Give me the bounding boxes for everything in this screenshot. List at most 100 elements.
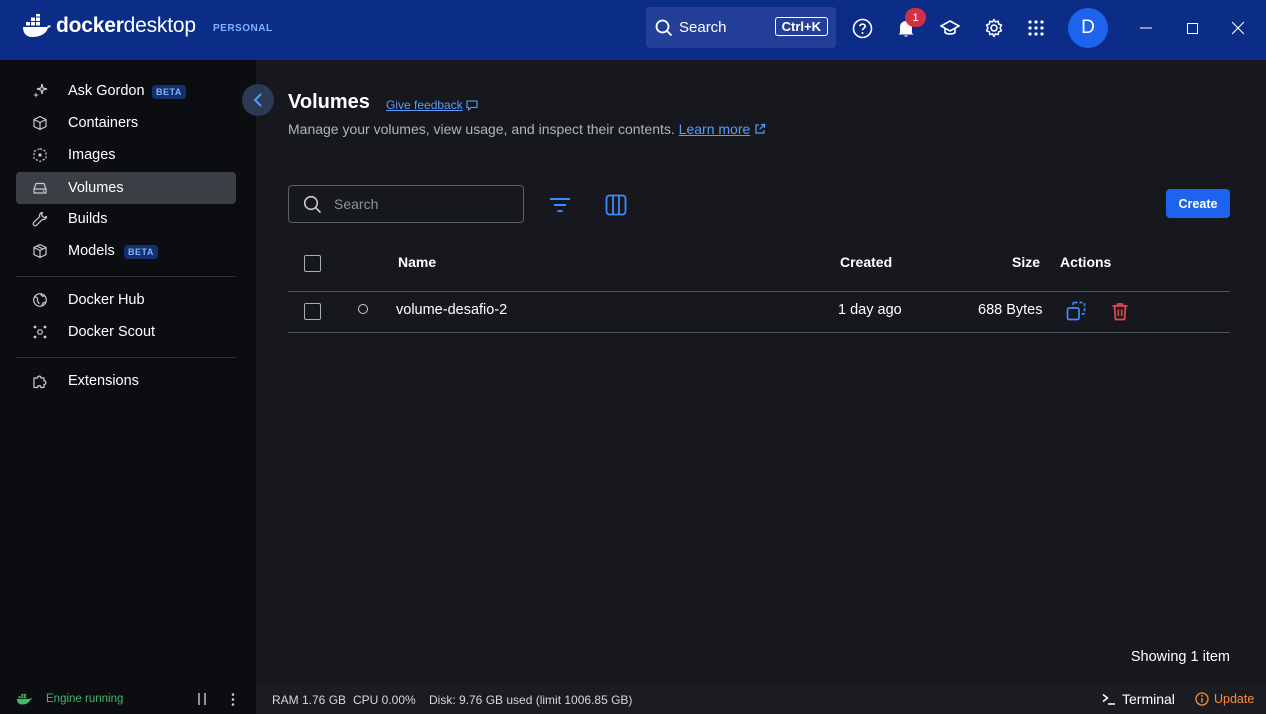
scout-icon — [33, 325, 47, 339]
status-bar: Engine running RAM 1.76 GB CPU 0.00% Dis… — [0, 684, 1266, 714]
page-subtitle: Manage your volumes, view usage, and ins… — [288, 121, 766, 137]
columns-icon — [605, 194, 627, 216]
column-header-created[interactable]: Created — [840, 254, 892, 270]
sidebar-item-builds[interactable]: Builds — [16, 203, 236, 235]
beta-badge: BETA — [152, 85, 186, 99]
close-icon — [1232, 22, 1244, 34]
sidebar-item-label: Extensions — [68, 373, 139, 389]
page-title: Volumes — [288, 91, 370, 113]
trash-icon — [1112, 302, 1128, 320]
sidebar-item-images[interactable]: Images — [16, 139, 236, 171]
settings-button[interactable] — [982, 16, 1006, 40]
sidebar-divider — [16, 357, 236, 358]
column-header-name[interactable]: Name — [398, 254, 436, 270]
sidebar-item-docker-scout[interactable]: Docker Scout — [16, 316, 236, 348]
learn-more-label: Learn more — [678, 121, 751, 137]
minimize-button[interactable] — [1136, 18, 1156, 38]
terminal-label: Terminal — [1122, 691, 1175, 707]
search-icon — [303, 195, 322, 214]
sidebar-item-volumes[interactable]: Volumes — [16, 172, 236, 204]
volume-created: 1 day ago — [838, 302, 902, 318]
filter-button[interactable] — [548, 193, 572, 217]
wrench-icon — [32, 211, 48, 227]
row-checkbox[interactable] — [304, 303, 321, 320]
ram-usage: RAM 1.76 GB — [272, 693, 347, 707]
graduation-cap-icon — [940, 20, 960, 35]
sidebar-item-label: Builds — [68, 211, 108, 227]
collapse-sidebar-button[interactable] — [242, 84, 274, 116]
terminal-button[interactable]: Terminal — [1102, 691, 1175, 707]
volume-icon — [33, 182, 47, 194]
puzzle-icon — [33, 375, 47, 389]
search-icon — [655, 19, 673, 36]
sidebar-item-label: Containers — [68, 115, 139, 131]
column-header-size[interactable]: Size — [1012, 254, 1040, 270]
grid-icon — [1028, 20, 1044, 36]
image-icon — [33, 147, 47, 163]
clone-icon — [1066, 301, 1086, 321]
globe-icon — [33, 293, 47, 307]
sidebar-item-models[interactable]: Models BETA — [16, 235, 236, 267]
sidebar-item-containers[interactable]: Containers — [16, 107, 236, 139]
close-window-button[interactable] — [1228, 18, 1248, 38]
beta-badge: BETA — [124, 245, 158, 259]
help-icon — [852, 18, 872, 38]
help-button[interactable] — [850, 16, 874, 40]
search-label: Search — [679, 19, 727, 36]
docker-whale-icon — [16, 693, 33, 705]
give-feedback-label: Give feedback — [386, 98, 463, 112]
container-icon — [33, 115, 47, 131]
volume-size: 688 Bytes — [978, 302, 1043, 318]
edition-label: PERSONAL — [213, 23, 273, 34]
more-vertical-icon — [231, 693, 235, 706]
page-description: Manage your volumes, view usage, and ins… — [288, 121, 675, 137]
sidebar-item-ask-gordon[interactable]: Ask Gordon BETA — [16, 75, 236, 107]
sidebar-divider — [16, 276, 236, 277]
sidebar-item-label: Models — [68, 243, 115, 259]
give-feedback-link[interactable]: Give feedback — [386, 98, 478, 112]
select-all-checkbox[interactable] — [304, 255, 321, 272]
table-divider — [288, 332, 1230, 333]
delete-volume-button[interactable] — [1109, 300, 1131, 322]
user-avatar[interactable]: D — [1068, 8, 1108, 48]
external-link-icon — [755, 123, 766, 134]
volume-search-field[interactable] — [288, 185, 524, 223]
update-button[interactable]: Update — [1195, 692, 1254, 706]
chevron-left-icon — [253, 93, 262, 107]
create-volume-button[interactable]: Create — [1166, 189, 1230, 218]
learning-center-button[interactable] — [938, 16, 962, 40]
sidebar-item-docker-hub[interactable]: Docker Hub — [16, 284, 236, 316]
sidebar: Ask Gordon BETA Containers Images Volume… — [0, 60, 256, 684]
minimize-icon — [1140, 27, 1152, 29]
global-search-button[interactable]: Search Ctrl+K — [646, 7, 836, 48]
filter-icon — [550, 198, 570, 212]
terminal-icon — [1102, 693, 1115, 705]
pause-engine-button[interactable] — [196, 693, 208, 708]
search-shortcut: Ctrl+K — [774, 17, 828, 36]
engine-status: Engine running — [46, 693, 124, 705]
engine-menu-button[interactable] — [229, 693, 237, 709]
columns-button[interactable] — [604, 193, 628, 217]
volume-name[interactable]: volume-desafio-2 — [396, 302, 507, 318]
clone-volume-button[interactable] — [1065, 300, 1087, 322]
maximize-button[interactable] — [1182, 18, 1202, 38]
docker-whale-icon — [23, 14, 51, 37]
table-divider — [288, 291, 1230, 292]
column-header-actions: Actions — [1060, 254, 1112, 270]
feedback-icon — [466, 99, 478, 111]
sidebar-item-extensions[interactable]: Extensions — [16, 365, 236, 397]
sidebar-item-label: Docker Hub — [68, 292, 145, 308]
unused-status-indicator — [358, 304, 368, 314]
sidebar-item-label: Docker Scout — [68, 324, 156, 340]
sidebar-item-label: Volumes — [68, 180, 124, 196]
notification-badge: 1 — [905, 8, 926, 27]
search-input[interactable] — [334, 194, 514, 214]
maximize-icon — [1186, 22, 1198, 34]
logo-text: dockerdesktop — [56, 14, 196, 37]
update-label: Update — [1214, 692, 1255, 706]
cpu-usage: CPU 0.00% — [353, 693, 416, 707]
learn-more-link[interactable]: Learn more — [679, 121, 751, 137]
pause-icon — [198, 693, 206, 705]
apps-grid-button[interactable] — [1024, 16, 1048, 40]
docker-logo: dockerdesktop — [22, 14, 196, 38]
